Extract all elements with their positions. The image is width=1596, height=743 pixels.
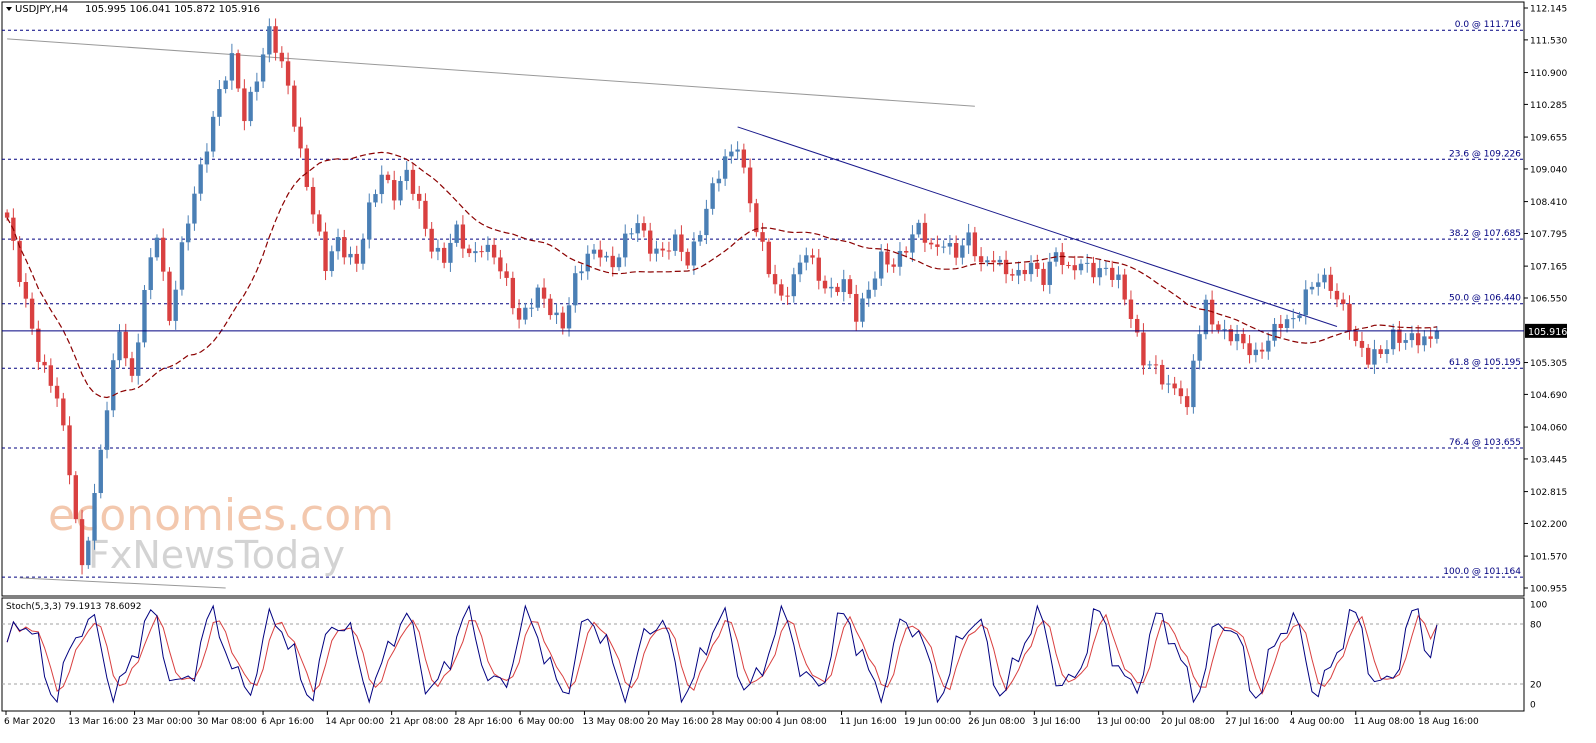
price-tick-label: 105.305 bbox=[1530, 359, 1567, 369]
fib-label: 38.2 @ 107.685 bbox=[1449, 229, 1521, 239]
time-tick-label: 11 Aug 08:00 bbox=[1354, 717, 1415, 727]
stochastic-axis: 100 80 20 0 bbox=[1530, 601, 1547, 711]
candle bbox=[79, 509, 85, 575]
candle bbox=[92, 483, 97, 550]
candle bbox=[766, 238, 772, 278]
price-tick-label: 112.145 bbox=[1530, 5, 1567, 15]
candle bbox=[754, 198, 759, 237]
price-tick-label: 102.200 bbox=[1530, 520, 1567, 530]
time-tick-label: 13 Jul 00:00 bbox=[1097, 717, 1151, 727]
candle bbox=[98, 444, 103, 499]
candle bbox=[73, 471, 78, 524]
time-tick-label: 23 Mar 00:00 bbox=[133, 717, 193, 727]
time-tick-label: 27 Jul 16:00 bbox=[1225, 717, 1279, 727]
candle bbox=[1191, 354, 1196, 414]
candle bbox=[510, 271, 516, 315]
time-axis[interactable]: 6 Mar 2020 13 Mar 16:00 23 Mar 00:00 30 Mar… bbox=[4, 711, 1479, 727]
time-tick-label: 4 Aug 00:00 bbox=[1289, 717, 1344, 727]
price-tick-label: 107.165 bbox=[1530, 263, 1567, 273]
time-tick-label: 3 Jul 16:00 bbox=[1032, 717, 1081, 727]
stochastic-label: Stoch(5,3,3) 79.1913 78.6092 bbox=[6, 602, 141, 612]
time-tick-label: 6 May 00:00 bbox=[518, 717, 574, 727]
symbol-label: USDJPY,H4 bbox=[15, 4, 68, 15]
time-tick-label: 21 Apr 08:00 bbox=[390, 717, 449, 727]
time-tick-label: 6 Apr 16:00 bbox=[261, 717, 314, 727]
price-tick-label: 109.655 bbox=[1530, 134, 1567, 144]
time-tick-label: 20 May 16:00 bbox=[647, 717, 709, 727]
last-price-label: 105.916 bbox=[1528, 327, 1567, 338]
fib-label: 76.4 @ 103.655 bbox=[1449, 438, 1521, 448]
candle bbox=[61, 392, 66, 431]
price-tick-label: 104.060 bbox=[1530, 424, 1567, 434]
stochastic-panel[interactable] bbox=[1, 597, 1525, 712]
price-tick-label: 110.285 bbox=[1530, 101, 1567, 111]
price-axis[interactable]: 112.145 111.530 110.900 110.285 109.655 109.0… bbox=[1524, 5, 1567, 595]
price-tick-label: 101.570 bbox=[1530, 553, 1567, 563]
fib-label: 61.8 @ 105.195 bbox=[1449, 358, 1521, 368]
time-tick-label: 20 Jul 08:00 bbox=[1161, 717, 1215, 727]
candle bbox=[304, 144, 309, 191]
fib-label: 50.0 @ 106.440 bbox=[1449, 294, 1521, 304]
usdjpy-h4-chart[interactable]: economies.com FxNewsToday 0.0 @ 111.7162… bbox=[0, 0, 1596, 743]
candle bbox=[248, 86, 253, 127]
candle bbox=[29, 292, 35, 335]
price-tick-label: 107.795 bbox=[1530, 230, 1567, 240]
candle bbox=[1203, 294, 1209, 340]
time-tick-label: 28 May 00:00 bbox=[711, 717, 773, 727]
candle bbox=[179, 236, 185, 296]
time-tick-label: 13 May 08:00 bbox=[582, 717, 644, 727]
price-tick-label: 111.530 bbox=[1530, 36, 1567, 46]
price-tick-label: 102.815 bbox=[1530, 488, 1567, 498]
time-tick-label: 4 Jun 08:00 bbox=[775, 717, 827, 727]
ohlc-label: 105.995 106.041 105.872 105.916 bbox=[85, 4, 260, 15]
candle bbox=[154, 234, 160, 261]
candle bbox=[454, 220, 459, 247]
time-tick-label: 18 Aug 16:00 bbox=[1418, 717, 1479, 727]
time-tick-label: 26 Jun 08:00 bbox=[968, 717, 1025, 727]
candle bbox=[142, 285, 147, 348]
candle bbox=[111, 353, 116, 418]
stoch-tick-label: 0 bbox=[1530, 701, 1536, 711]
price-tick-label: 103.445 bbox=[1530, 455, 1567, 465]
fib-label: 0.0 @ 111.716 bbox=[1455, 20, 1522, 30]
time-tick-label: 14 Apr 00:00 bbox=[325, 717, 384, 727]
candle bbox=[210, 111, 216, 158]
candle bbox=[292, 80, 297, 132]
price-tick-label: 104.690 bbox=[1530, 391, 1567, 401]
time-tick-label: 19 Jun 00:00 bbox=[904, 717, 961, 727]
fib-label: 100.0 @ 101.164 bbox=[1443, 567, 1521, 577]
stoch-tick-label: 80 bbox=[1530, 621, 1542, 631]
fib-label: 23.6 @ 109.226 bbox=[1449, 149, 1521, 159]
time-tick-label: 30 Mar 08:00 bbox=[197, 717, 257, 727]
candle bbox=[235, 49, 241, 92]
time-tick-label: 28 Apr 16:00 bbox=[454, 717, 513, 727]
candle bbox=[67, 416, 72, 485]
stoch-tick-label: 100 bbox=[1530, 601, 1547, 611]
price-tick-label: 110.900 bbox=[1530, 69, 1567, 79]
price-tick-label: 108.410 bbox=[1530, 198, 1567, 208]
time-tick-label: 6 Mar 2020 bbox=[4, 717, 56, 727]
price-tick-label: 106.550 bbox=[1530, 295, 1567, 305]
time-tick-label: 13 Mar 16:00 bbox=[68, 717, 128, 727]
candle bbox=[535, 284, 541, 311]
candle bbox=[86, 536, 91, 569]
price-tick-label: 109.040 bbox=[1530, 165, 1567, 175]
stoch-tick-label: 20 bbox=[1530, 681, 1542, 691]
watermark-fxnewstoday: FxNewsToday bbox=[88, 533, 345, 577]
candle bbox=[167, 267, 172, 326]
price-tick-label: 100.955 bbox=[1530, 585, 1567, 595]
time-tick-label: 11 Jun 16:00 bbox=[840, 717, 897, 727]
